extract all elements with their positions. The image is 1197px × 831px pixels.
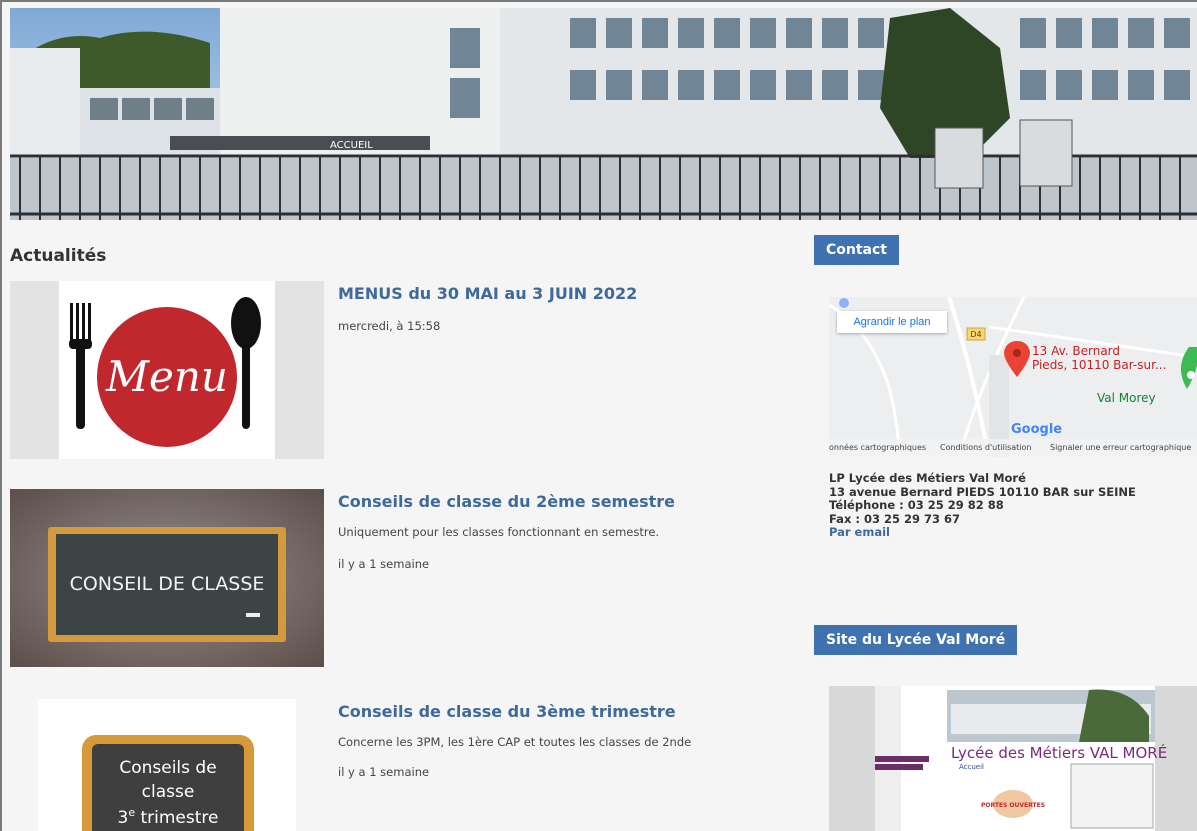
article-3-date: il y a 1 semaine bbox=[338, 765, 430, 779]
contact-address: 13 avenue Bernard PIEDS 10110 BAR sur SE… bbox=[829, 484, 1136, 499]
map-enlarge-button[interactable]: Agrandir le plan bbox=[837, 311, 947, 333]
article-2-summary: Uniquement pour les classes fonctionnant… bbox=[338, 525, 660, 539]
accueil-sign: ACCUEIL bbox=[330, 140, 373, 151]
contact-name: LP Lycée des Métiers Val Moré bbox=[829, 471, 1026, 485]
map-footer-terms[interactable]: Conditions d'utilisation bbox=[940, 443, 1031, 452]
article-3-summary: Concerne les 3PM, les 1ère CAP et toutes… bbox=[338, 735, 692, 749]
map-footer-data[interactable]: onnées cartographiques bbox=[829, 442, 926, 452]
school-banner-image: ACCUEIL bbox=[10, 8, 1197, 220]
news-article-1: Menu MENUS du 30 MAI au 3 JUIN 2022 merc… bbox=[10, 281, 800, 459]
contact-heading: Contact bbox=[814, 235, 899, 265]
article-1-date: mercredi, à 15:58 bbox=[338, 319, 441, 333]
site-preview-badge: PORTES OUVERTES bbox=[981, 802, 1045, 809]
news-article-2: CONSEIL DE CLASSE Conseils de classe du … bbox=[10, 489, 800, 667]
conseil-image-text: CONSEIL DE CLASSE bbox=[70, 573, 265, 595]
site-preview-nav: Accueil bbox=[959, 763, 984, 771]
site-heading: Site du Lycée Val Moré bbox=[814, 625, 1018, 655]
map-road-label: D4 bbox=[970, 330, 981, 339]
article-2-thumbnail[interactable]: CONSEIL DE CLASSE bbox=[10, 489, 324, 667]
map-pin-address-1: 13 Av. Bernard bbox=[1032, 344, 1120, 358]
contact-map[interactable]: D4 13 Av. Bernard Pieds, 10110 Bar-sur..… bbox=[829, 297, 1197, 457]
site-preview-image[interactable]: Lycée des Métiers VAL MORÉ Accueil PORTE… bbox=[829, 686, 1197, 831]
image-line-1: Conseils de bbox=[119, 758, 216, 778]
article-1-thumbnail[interactable]: Menu bbox=[10, 281, 324, 459]
contact-fax: Fax : 03 25 29 73 67 bbox=[829, 511, 960, 526]
article-3-title[interactable]: Conseils de classe du 3ème trimestre bbox=[338, 702, 676, 721]
news-heading: Actualités bbox=[10, 246, 107, 266]
google-logo: Google bbox=[1011, 422, 1062, 437]
article-2-title[interactable]: Conseils de classe du 2ème semestre bbox=[338, 492, 675, 511]
news-article-3: Conseils de classe 3e trimestre Conseils… bbox=[10, 699, 800, 831]
contact-details: LP Lycée des Métiers Val Moré 13 avenue … bbox=[829, 471, 1136, 540]
article-1-title[interactable]: MENUS du 30 MAI au 3 JUIN 2022 bbox=[338, 284, 637, 303]
article-2-date: il y a 1 semaine bbox=[338, 557, 430, 571]
map-pin-address-2: Pieds, 10110 Bar-sur... bbox=[1032, 358, 1166, 372]
site-preview-title: Lycée des Métiers VAL MORÉ bbox=[951, 743, 1167, 762]
contact-email-link[interactable]: Par email bbox=[829, 525, 1136, 540]
map-place-label: Val Morey bbox=[1097, 391, 1156, 405]
menu-image-text: Menu bbox=[105, 352, 228, 401]
contact-phone: Téléphone : 03 25 29 82 88 bbox=[829, 498, 1004, 512]
article-3-thumbnail[interactable]: Conseils de classe 3e trimestre bbox=[10, 699, 324, 831]
image-line-2: classe bbox=[142, 782, 195, 802]
map-footer-report[interactable]: Signaler une erreur cartographique bbox=[1050, 443, 1191, 452]
